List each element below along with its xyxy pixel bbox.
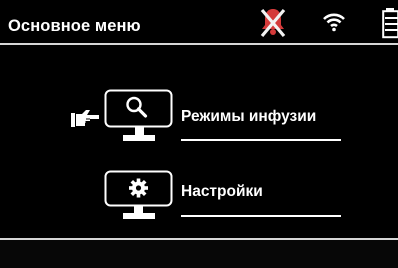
screen-title: Основное меню — [8, 17, 141, 35]
menu-item-underline — [181, 139, 341, 141]
settings-monitor-icon — [104, 170, 173, 219]
menu-item-infusion-modes[interactable]: Режимы инфузии — [104, 88, 344, 148]
battery-icon — [382, 8, 398, 39]
menu-item-label: Настройки — [181, 183, 263, 200]
menu-item-settings[interactable]: Настройки — [104, 170, 344, 222]
pointing-hand-icon — [71, 110, 99, 127]
menu-item-underline — [181, 215, 341, 217]
top-bar: Основное меню — [0, 0, 398, 44]
footer-bar — [0, 240, 398, 268]
menu-item-label: Режимы инфузии — [181, 108, 317, 125]
search-monitor-icon — [104, 89, 173, 141]
wifi-icon — [323, 13, 345, 32]
alarm-disabled-icon — [260, 8, 286, 38]
header-divider — [0, 43, 398, 45]
